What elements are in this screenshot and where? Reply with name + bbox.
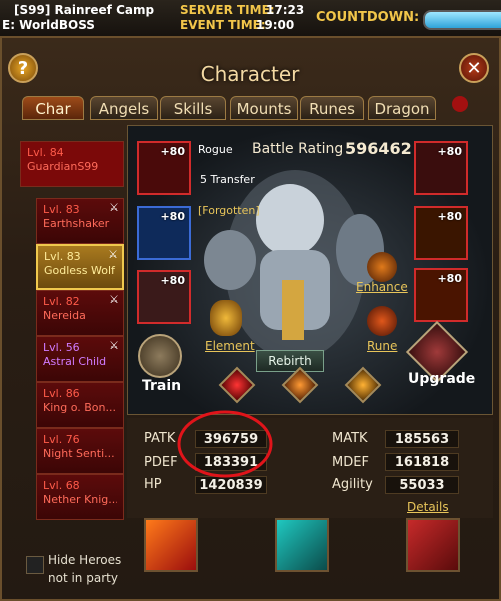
train-label[interactable]: Train: [142, 378, 181, 394]
hide-heroes-checkbox[interactable]: [26, 556, 44, 574]
enhance-level: +80: [160, 274, 185, 287]
hero-item-night-senti[interactable]: Lvl. 76 Night Senti...: [36, 428, 124, 474]
hide-heroes-label: Hide Heroes not in party: [48, 553, 122, 585]
tab-mounts[interactable]: Mounts: [230, 96, 298, 120]
enhance-link[interactable]: Enhance: [356, 280, 408, 294]
class-name: Rogue: [198, 143, 233, 156]
event-name: E: WorldBOSS: [2, 18, 95, 32]
mdef-value: 161818: [385, 453, 459, 471]
book-icon[interactable]: [406, 518, 460, 572]
hero-name: Nether Knig...: [43, 493, 117, 506]
ring-slot[interactable]: +80: [414, 206, 468, 260]
hero-level: Lvl. 68: [43, 479, 80, 492]
patk-label: PATK: [144, 431, 176, 446]
hero-item-nereida[interactable]: Lvl. 82 Nereida ⚔: [36, 290, 124, 336]
rebirth-button[interactable]: Rebirth: [256, 350, 324, 372]
hero-level: Lvl. 86: [43, 387, 80, 400]
swords-icon: ⚔: [108, 248, 118, 261]
help-button[interactable]: ?: [8, 53, 38, 83]
enhance-level: +80: [437, 210, 462, 223]
hero-level: Lvl. 84: [27, 146, 64, 159]
close-button[interactable]: ✕: [459, 53, 489, 83]
enhance-icon[interactable]: [367, 252, 397, 282]
battle-rating-value: 596462: [345, 139, 412, 158]
hero-item-nether-knig[interactable]: Lvl. 68 Nether Knig...: [36, 474, 124, 520]
matk-label: MATK: [332, 431, 368, 446]
server-name: [S99] Rainreef Camp: [14, 3, 155, 17]
hero-item-guardian[interactable]: Lvl. 84 GuardianS99: [20, 141, 124, 187]
server-time: 17:23: [266, 3, 305, 17]
hero-name: Nereida: [43, 309, 86, 322]
swords-icon: ⚔: [109, 201, 119, 214]
swords-icon: ⚔: [109, 339, 119, 352]
event-time: 19:00: [256, 18, 295, 32]
hero-level: Lvl. 56: [43, 341, 80, 354]
server-time-label: SERVER TIME:: [180, 3, 275, 17]
agility-label: Agility: [332, 477, 373, 492]
tab-runes[interactable]: Runes: [300, 96, 364, 120]
hero-name: King o. Bon...: [43, 401, 116, 414]
train-icon[interactable]: [138, 334, 182, 378]
pdef-label: PDEF: [144, 455, 178, 470]
hero-level: Lvl. 76: [43, 433, 80, 446]
window-title: Character: [200, 62, 300, 86]
rune-link[interactable]: Rune: [367, 339, 397, 353]
hero-name: GuardianS99: [27, 160, 99, 173]
hero-level: Lvl. 83: [44, 250, 81, 263]
battle-rating-label: Battle Rating: [252, 141, 344, 157]
hero-name: Godless Wolf: [44, 264, 115, 277]
weapon-slot[interactable]: +80: [137, 141, 191, 195]
character-title: [Forgotten]: [198, 204, 260, 217]
enhance-level: +80: [160, 145, 185, 158]
hero-item-astral-child[interactable]: Lvl. 56 Astral Child ⚔: [36, 336, 124, 382]
hero-level: Lvl. 83: [43, 203, 80, 216]
hero-name: Earthshaker: [43, 217, 110, 230]
tab-char[interactable]: Char: [22, 96, 84, 120]
enhance-level: +80: [160, 210, 185, 223]
transfer-count: 5 Transfer: [200, 173, 255, 186]
enhance-level: +80: [437, 145, 462, 158]
hero-name: Astral Child: [43, 355, 107, 368]
gem-icon: [452, 96, 468, 112]
matk-value: 185563: [385, 430, 459, 448]
hero-name: Night Senti...: [43, 447, 115, 460]
event-time-label: EVENT TIME:: [180, 18, 266, 32]
hero-item-king-o-bon[interactable]: Lvl. 86 King o. Bon...: [36, 382, 124, 428]
highlight-circle-annotation: [177, 410, 273, 478]
hero-item-godless-wolf[interactable]: Lvl. 83 Godless Wolf ⚔: [36, 244, 124, 290]
tab-skills[interactable]: Skills: [160, 96, 226, 120]
enhance-level: +80: [437, 272, 462, 285]
top-hud-bar: [S99] Rainreef Camp E: WorldBOSS SERVER …: [0, 0, 501, 37]
rune-icon[interactable]: [367, 306, 397, 336]
mdef-label: MDEF: [332, 455, 369, 470]
accessory-slot[interactable]: +80: [414, 141, 468, 195]
tab-angels[interactable]: Angels: [90, 96, 158, 120]
countdown-progress-bar: [423, 10, 501, 30]
hero-item-earthshaker[interactable]: Lvl. 83 Earthshaker ⚔: [36, 198, 124, 244]
agility-value: 55033: [385, 476, 459, 494]
hero-level: Lvl. 82: [43, 295, 80, 308]
element-link[interactable]: Element: [205, 339, 255, 353]
details-link[interactable]: Details: [407, 500, 449, 514]
element-icon[interactable]: [210, 300, 242, 336]
boots-slot[interactable]: +80: [414, 268, 468, 322]
countdown-label: COUNTDOWN:: [316, 10, 420, 25]
cyan-skill-icon[interactable]: [275, 518, 329, 572]
fire-skill-icon[interactable]: [144, 518, 198, 572]
tab-dragon[interactable]: Dragon: [368, 96, 436, 120]
upgrade-label[interactable]: Upgrade: [408, 371, 475, 387]
hp-label: HP: [144, 477, 162, 492]
helmet-slot[interactable]: +80: [137, 206, 191, 260]
swords-icon: ⚔: [109, 293, 119, 306]
armor-slot[interactable]: +80: [137, 270, 191, 324]
